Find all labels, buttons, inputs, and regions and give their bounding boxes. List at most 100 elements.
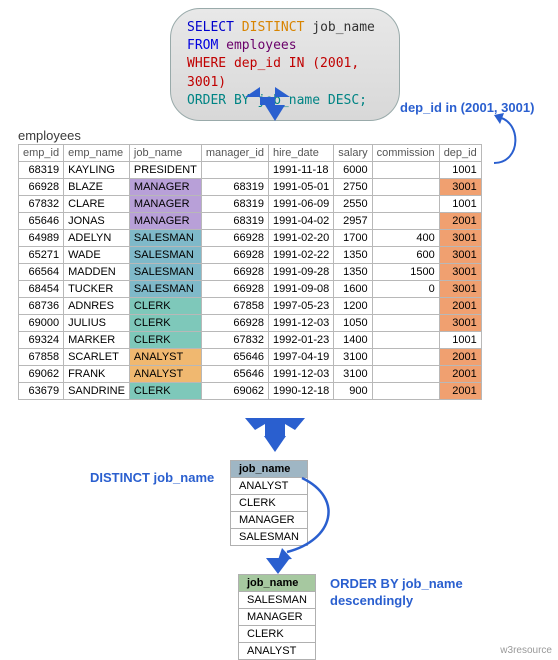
cell-salary: 2957 — [334, 213, 372, 230]
cell-emp_id: 65271 — [19, 247, 64, 264]
cell-emp_id: 66564 — [19, 264, 64, 281]
cell-job_name: SALESMAN — [129, 247, 201, 264]
cell-job_name: MANAGER — [129, 179, 201, 196]
table-row: 68454TUCKERSALESMAN669281991-09-08160003… — [19, 281, 482, 298]
cell-hire_date: 1991-05-01 — [268, 179, 333, 196]
cell-emp_id: 68319 — [19, 162, 64, 179]
cell-emp_id: 69062 — [19, 366, 64, 383]
cell-commission: 600 — [372, 247, 439, 264]
cell-hire_date: 1991-02-22 — [268, 247, 333, 264]
table-row: 66564MADDENSALESMAN669281991-09-28135015… — [19, 264, 482, 281]
cell-emp_id: 69324 — [19, 332, 64, 349]
cell-commission: 0 — [372, 281, 439, 298]
table-row: 69000JULIUSCLERK669281991-12-0310503001 — [19, 315, 482, 332]
cell-manager_id: 67858 — [201, 298, 268, 315]
cell-hire_date: 1992-01-23 — [268, 332, 333, 349]
cell-emp_name: MADDEN — [64, 264, 130, 281]
cell-manager_id: 69062 — [201, 383, 268, 400]
cell-hire_date: 1991-09-08 — [268, 281, 333, 298]
arrow-sql-to-table — [240, 87, 300, 127]
table-row: 67858SCARLETANALYST656461997-04-19310020… — [19, 349, 482, 366]
cell-emp_id: 67858 — [19, 349, 64, 366]
cell-manager_id: 66928 — [201, 247, 268, 264]
table-row: 68319KAYLINGPRESIDENT1991-11-1860001001 — [19, 162, 482, 179]
cell-manager_id: 66928 — [201, 315, 268, 332]
col-manager_id: manager_id — [201, 145, 268, 162]
table-row: 63679SANDRINECLERK690621990-12-189002001 — [19, 383, 482, 400]
col-job_name: job_name — [129, 145, 201, 162]
cell-hire_date: 1997-05-23 — [268, 298, 333, 315]
cell-emp_name: JULIUS — [64, 315, 130, 332]
cell-commission — [372, 196, 439, 213]
cell-manager_id — [201, 162, 268, 179]
cell-job_name: ANALYST — [129, 366, 201, 383]
annotation-distinct: DISTINCT job_name — [90, 470, 214, 485]
cell-emp_id: 66928 — [19, 179, 64, 196]
cell-emp_name: MARKER — [64, 332, 130, 349]
cell-job_name: PRESIDENT — [129, 162, 201, 179]
cell-manager_id: 68319 — [201, 196, 268, 213]
cell-job_name: CLERK — [129, 332, 201, 349]
cell-hire_date: 1991-12-03 — [268, 315, 333, 332]
distinct-header: job_name — [231, 461, 308, 478]
cell-manager_id: 65646 — [201, 349, 268, 366]
cell-dep_id: 2001 — [439, 366, 481, 383]
cell-emp_name: SANDRINE — [64, 383, 130, 400]
sql-from: FROM — [187, 38, 218, 53]
sql-select: SELECT — [187, 20, 234, 35]
cell-salary: 1600 — [334, 281, 372, 298]
cell-emp_name: ADELYN — [64, 230, 130, 247]
cell-dep_id: 1001 — [439, 332, 481, 349]
cell-emp_name: WADE — [64, 247, 130, 264]
cell-salary: 900 — [334, 383, 372, 400]
cell-job_name: ANALYST — [129, 349, 201, 366]
ordered-cell: CLERK — [239, 626, 316, 643]
table-row: 69324MARKERCLERK678321992-01-231400 1001 — [19, 332, 482, 349]
cell-salary: 1400 — [334, 332, 372, 349]
cell-job_name: CLERK — [129, 298, 201, 315]
table-row: 65271WADESALESMAN669281991-02-2213506003… — [19, 247, 482, 264]
ordered-header: job_name — [239, 575, 316, 592]
col-hire_date: hire_date — [268, 145, 333, 162]
table-row: 68736ADNRESCLERK678581997-05-2312002001 — [19, 298, 482, 315]
cell-job_name: SALESMAN — [129, 281, 201, 298]
annotation-orderby: ORDER BY job_name descendingly — [330, 576, 463, 610]
cell-hire_date: 1991-04-02 — [268, 213, 333, 230]
cell-hire_date: 1991-02-20 — [268, 230, 333, 247]
cell-commission: 400 — [372, 230, 439, 247]
cell-manager_id: 67832 — [201, 332, 268, 349]
cell-emp_name: TUCKER — [64, 281, 130, 298]
employees-table: emp_idemp_namejob_namemanager_idhire_dat… — [18, 144, 482, 400]
cell-emp_id: 65646 — [19, 213, 64, 230]
table-row: 66928BLAZEMANAGER683191991-05-0127503001 — [19, 179, 482, 196]
cell-commission — [372, 349, 439, 366]
cell-emp_name: SCARLET — [64, 349, 130, 366]
cell-commission: 1500 — [372, 264, 439, 281]
cell-commission — [372, 383, 439, 400]
table-row: 65646JONASMANAGER683191991-04-0229572001 — [19, 213, 482, 230]
arrow-table-to-distinct — [240, 418, 310, 458]
cell-emp_name: FRANK — [64, 366, 130, 383]
cell-hire_date: 1991-06-09 — [268, 196, 333, 213]
cell-emp_id: 63679 — [19, 383, 64, 400]
cell-emp_id: 67832 — [19, 196, 64, 213]
cell-hire_date: 1991-12-03 — [268, 366, 333, 383]
cell-salary: 6000 — [334, 162, 372, 179]
sql-employees: employees — [226, 38, 296, 53]
cell-dep_id: 1001 — [439, 162, 481, 179]
cell-salary: 3100 — [334, 349, 372, 366]
cell-job_name: SALESMAN — [129, 230, 201, 247]
cell-commission — [372, 298, 439, 315]
col-emp_id: emp_id — [19, 145, 64, 162]
cell-dep_id: 3001 — [439, 230, 481, 247]
cell-emp_id: 68454 — [19, 281, 64, 298]
cell-manager_id: 68319 — [201, 179, 268, 196]
col-commission: commission — [372, 145, 439, 162]
table-row: 64989ADELYNSALESMAN669281991-02-20170040… — [19, 230, 482, 247]
cell-manager_id: 66928 — [201, 264, 268, 281]
cell-job_name: MANAGER — [129, 196, 201, 213]
cell-emp_name: ADNRES — [64, 298, 130, 315]
cell-commission — [372, 332, 439, 349]
cell-dep_id: 3001 — [439, 281, 481, 298]
cell-salary: 2750 — [334, 179, 372, 196]
